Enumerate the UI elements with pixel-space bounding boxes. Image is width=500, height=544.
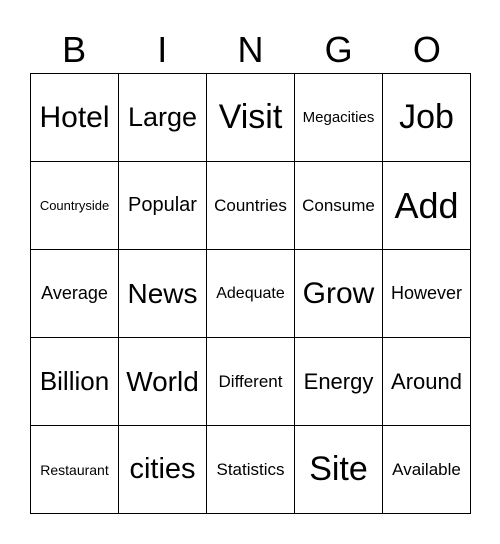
bingo-cell[interactable]: Megacities <box>295 74 383 162</box>
bingo-cell[interactable]: Restaurant <box>31 426 119 514</box>
bingo-cell[interactable]: Billion <box>31 338 119 426</box>
bingo-cell[interactable]: Statistics <box>207 426 295 514</box>
bingo-cell[interactable]: Visit <box>207 74 295 162</box>
bingo-cell[interactable]: Available <box>383 426 471 514</box>
bingo-grid: Hotel Large Visit Megacities Job Countryside P… <box>30 73 471 514</box>
bingo-cell[interactable]: Grow <box>295 250 383 338</box>
bingo-cell[interactable]: Energy <box>295 338 383 426</box>
header-letter-o: O <box>412 29 441 70</box>
header-letter-g: G <box>324 29 353 70</box>
bingo-cell[interactable]: Countryside <box>31 162 119 250</box>
bingo-cell[interactable]: Popular <box>119 162 207 250</box>
header-letter-b: B <box>62 29 87 70</box>
bingo-cell[interactable]: Large <box>119 74 207 162</box>
bingo-cell[interactable]: Site <box>295 426 383 514</box>
header-letter-i: I <box>157 29 168 70</box>
bingo-cell[interactable]: Job <box>383 74 471 162</box>
bingo-cell[interactable]: Around <box>383 338 471 426</box>
bingo-header: B I N G O <box>30 28 471 72</box>
bingo-cell[interactable]: Add <box>383 162 471 250</box>
bingo-cell[interactable]: Average <box>31 250 119 338</box>
bingo-cell[interactable]: Hotel <box>31 74 119 162</box>
bingo-cell[interactable]: However <box>383 250 471 338</box>
bingo-cell[interactable]: News <box>119 250 207 338</box>
bingo-cell[interactable]: Consume <box>295 162 383 250</box>
header-letter-n: N <box>237 29 264 70</box>
bingo-cell[interactable]: Countries <box>207 162 295 250</box>
bingo-cell[interactable]: World <box>119 338 207 426</box>
bingo-cell[interactable]: Different <box>207 338 295 426</box>
bingo-cell[interactable]: cities <box>119 426 207 514</box>
bingo-cell[interactable]: Adequate <box>207 250 295 338</box>
